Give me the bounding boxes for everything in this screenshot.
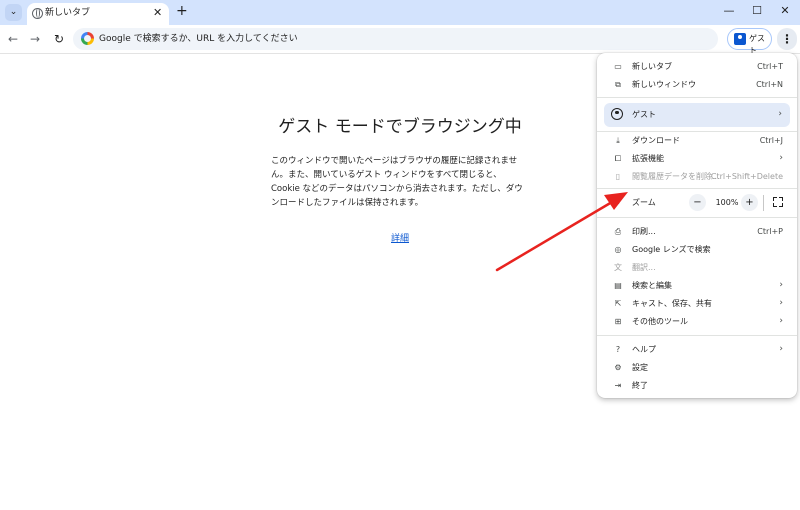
menu-item-label: その他のツール [632, 317, 688, 326]
google-icon [81, 32, 94, 45]
menu-button[interactable]: ⋮ [777, 28, 797, 50]
find-in-page-icon: ▤ [614, 281, 622, 290]
chevron-right-icon: › [779, 280, 783, 290]
guest-avatar-icon [611, 108, 623, 120]
menu-item-downloads[interactable]: ⤓ ダウンロード Ctrl+J [597, 132, 797, 150]
close-tab-icon[interactable]: ✕ [153, 6, 162, 20]
menu-item-label: 新しいタブ [632, 62, 672, 71]
menu-item-label: 拡張機能 [632, 154, 664, 163]
zoom-in-button[interactable]: + [741, 194, 758, 211]
menu-item-shortcut: Ctrl+J [759, 136, 783, 145]
menu-item-clear-browsing-data[interactable]: ▯ 閲覧履歴データを削除... Ctrl+Shift+Delete [597, 168, 797, 186]
chevron-right-icon: › [779, 344, 783, 354]
fullscreen-icon[interactable] [773, 197, 783, 207]
menu-item-shortcut: Ctrl+T [757, 62, 783, 71]
menu-item-new-window[interactable]: ⧉ 新しいウィンドウ Ctrl+N [597, 76, 797, 94]
chrome-menu: ▭ 新しいタブ Ctrl+T ⧉ 新しいウィンドウ Ctrl+N ゲスト › ⤓… [597, 53, 797, 398]
toolbar: ← → ↻ Google で検索するか、URL を入力してください ゲスト ⋮ [0, 25, 800, 55]
menu-item-label: ダウンロード [632, 136, 680, 145]
forward-button[interactable]: → [26, 30, 44, 48]
printer-icon: ⎙ [614, 227, 622, 236]
new-tab-button[interactable]: + [176, 2, 188, 20]
minimize-button[interactable]: — [720, 3, 738, 19]
menu-item-print[interactable]: ⎙ 印刷... Ctrl+P [597, 223, 797, 241]
chevron-right-icon: › [779, 298, 783, 308]
menu-item-label: 検索と編集 [632, 281, 672, 290]
puzzle-icon: ⧠ [614, 154, 622, 163]
menu-item-label: 閲覧履歴データを削除... [632, 172, 720, 181]
menu-item-shortcut: Ctrl+Shift+Delete [710, 172, 783, 181]
menu-divider [597, 188, 797, 189]
zoom-divider [763, 195, 764, 211]
page-title: ゲスト モードでブラウジング中 [278, 117, 522, 137]
new-tab-icon: ▭ [614, 62, 622, 71]
chevron-right-icon: › [779, 153, 783, 163]
chevron-right-icon: › [779, 316, 783, 326]
menu-item-extensions[interactable]: ⧠ 拡張機能 › [597, 150, 797, 168]
menu-item-label: キャスト、保存、共有 [632, 299, 712, 308]
menu-item-find-edit[interactable]: ▤ 検索と編集 › [597, 277, 797, 295]
google-lens-icon: ◎ [614, 245, 622, 254]
menu-item-new-tab[interactable]: ▭ 新しいタブ Ctrl+T [597, 58, 797, 76]
menu-item-guest[interactable]: ゲスト › [604, 103, 790, 127]
menu-item-label: Google レンズで検索 [632, 245, 711, 254]
translate-icon: 文 [614, 263, 622, 272]
menu-divider [597, 217, 797, 218]
back-button[interactable]: ← [4, 30, 22, 48]
menu-item-label: ズーム [632, 198, 656, 207]
menu-item-shortcut: Ctrl+N [756, 80, 783, 89]
tab-search-icon[interactable]: ⌄ [5, 4, 22, 21]
menu-item-shortcut: Ctrl+P [757, 227, 783, 236]
trash-icon: ▯ [615, 172, 621, 181]
menu-item-zoom: ⌕ ズーム − 100% + [597, 194, 797, 212]
reload-button[interactable]: ↻ [50, 30, 68, 48]
guest-profile-button[interactable]: ゲスト [727, 28, 772, 55]
gear-icon: ⚙ [614, 363, 622, 372]
help-icon: ? [615, 345, 621, 354]
chevron-right-icon: › [778, 109, 782, 119]
menu-item-google-lens[interactable]: ◎ Google レンズで検索 [597, 241, 797, 259]
menu-item-label: ゲスト [632, 110, 656, 119]
menu-item-cast-save-share[interactable]: ⇱ キャスト、保存、共有 › [597, 295, 797, 313]
exit-icon: ⇥ [614, 381, 622, 390]
tab-strip: ⌄ 新しいタブ ✕ + — ☐ ✕ [0, 0, 800, 25]
share-icon: ⇱ [614, 299, 622, 308]
menu-item-help[interactable]: ? ヘルプ › [597, 341, 797, 359]
menu-divider [597, 335, 797, 336]
menu-item-label: 翻訳... [632, 263, 656, 272]
zoom-level: 100% [715, 198, 739, 207]
menu-divider [597, 97, 797, 98]
menu-item-label: 印刷... [632, 227, 656, 236]
close-window-button[interactable]: ✕ [776, 3, 794, 19]
zoom-out-button[interactable]: − [689, 194, 706, 211]
zoom-icon: ⌕ [615, 198, 621, 207]
maximize-button[interactable]: ☐ [748, 3, 766, 19]
guest-profile-icon [734, 33, 746, 45]
download-icon: ⤓ [616, 136, 620, 145]
address-bar[interactable]: Google で検索するか、URL を入力してください [73, 28, 718, 50]
menu-item-label: 設定 [632, 363, 648, 372]
menu-item-more-tools[interactable]: ⊞ その他のツール › [597, 313, 797, 331]
toolbox-icon: ⊞ [614, 317, 622, 326]
globe-icon [32, 8, 43, 19]
menu-item-label: 新しいウィンドウ [632, 80, 696, 89]
new-window-icon: ⧉ [615, 80, 621, 89]
tab-new-tab[interactable]: 新しいタブ ✕ [27, 3, 169, 25]
menu-item-translate[interactable]: 文 翻訳... [597, 259, 797, 277]
menu-item-exit[interactable]: ⇥ 終了 [597, 377, 797, 395]
menu-item-label: ヘルプ [632, 345, 656, 354]
menu-item-label: 終了 [632, 381, 648, 390]
menu-item-settings[interactable]: ⚙ 設定 [597, 359, 797, 377]
address-bar-placeholder: Google で検索するか、URL を入力してください [99, 34, 298, 44]
learn-more-link[interactable]: 詳細 [391, 233, 409, 245]
tab-title: 新しいタブ [45, 8, 91, 18]
page-description: このウィンドウで開いたページはブラウザの履歴に記録されません。また、開いているゲ… [271, 156, 523, 208]
